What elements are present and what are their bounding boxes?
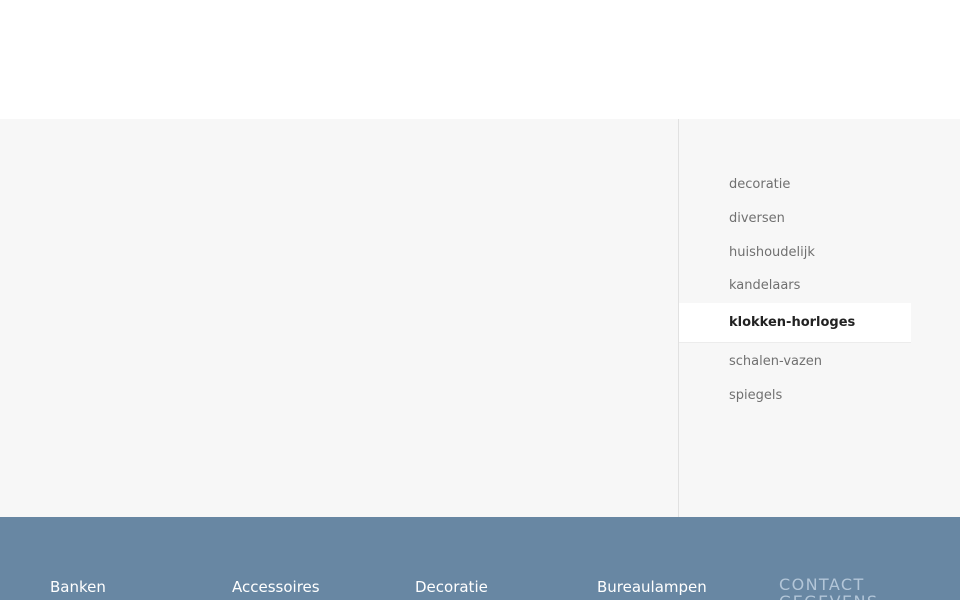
category-item-kandelaars[interactable]: kandelaars bbox=[679, 269, 911, 303]
main-content: decoratie diversen huishoudelijk kandela… bbox=[0, 119, 960, 517]
category-item-schalen-vazen[interactable]: schalen-vazen bbox=[679, 345, 911, 379]
footer-link-accessoires[interactable]: Accessoires bbox=[232, 578, 320, 596]
page: decoratie diversen huishoudelijk kandela… bbox=[0, 0, 960, 600]
category-item-huishoudelijk[interactable]: huishoudelijk bbox=[679, 236, 911, 270]
footer-link-bureaulampen[interactable]: Bureaulampen bbox=[597, 578, 707, 596]
category-item-spiegels[interactable]: spiegels bbox=[679, 379, 911, 413]
category-item-decoratie[interactable]: decoratie bbox=[679, 168, 911, 202]
footer-link-decoratie[interactable]: Decoratie bbox=[415, 578, 488, 596]
footer-link-banken[interactable]: Banken bbox=[50, 578, 106, 596]
footer: Banken Accessoires Decoratie Bureaulampe… bbox=[0, 517, 960, 600]
footer-contact-heading: CONTACT GEGEVENS bbox=[779, 576, 877, 600]
content-area bbox=[0, 119, 678, 517]
category-item-klokken-horloges[interactable]: klokken-horloges bbox=[679, 303, 911, 343]
category-sidebar: decoratie diversen huishoudelijk kandela… bbox=[678, 119, 960, 517]
header bbox=[0, 0, 960, 119]
category-item-diversen[interactable]: diversen bbox=[679, 202, 911, 236]
